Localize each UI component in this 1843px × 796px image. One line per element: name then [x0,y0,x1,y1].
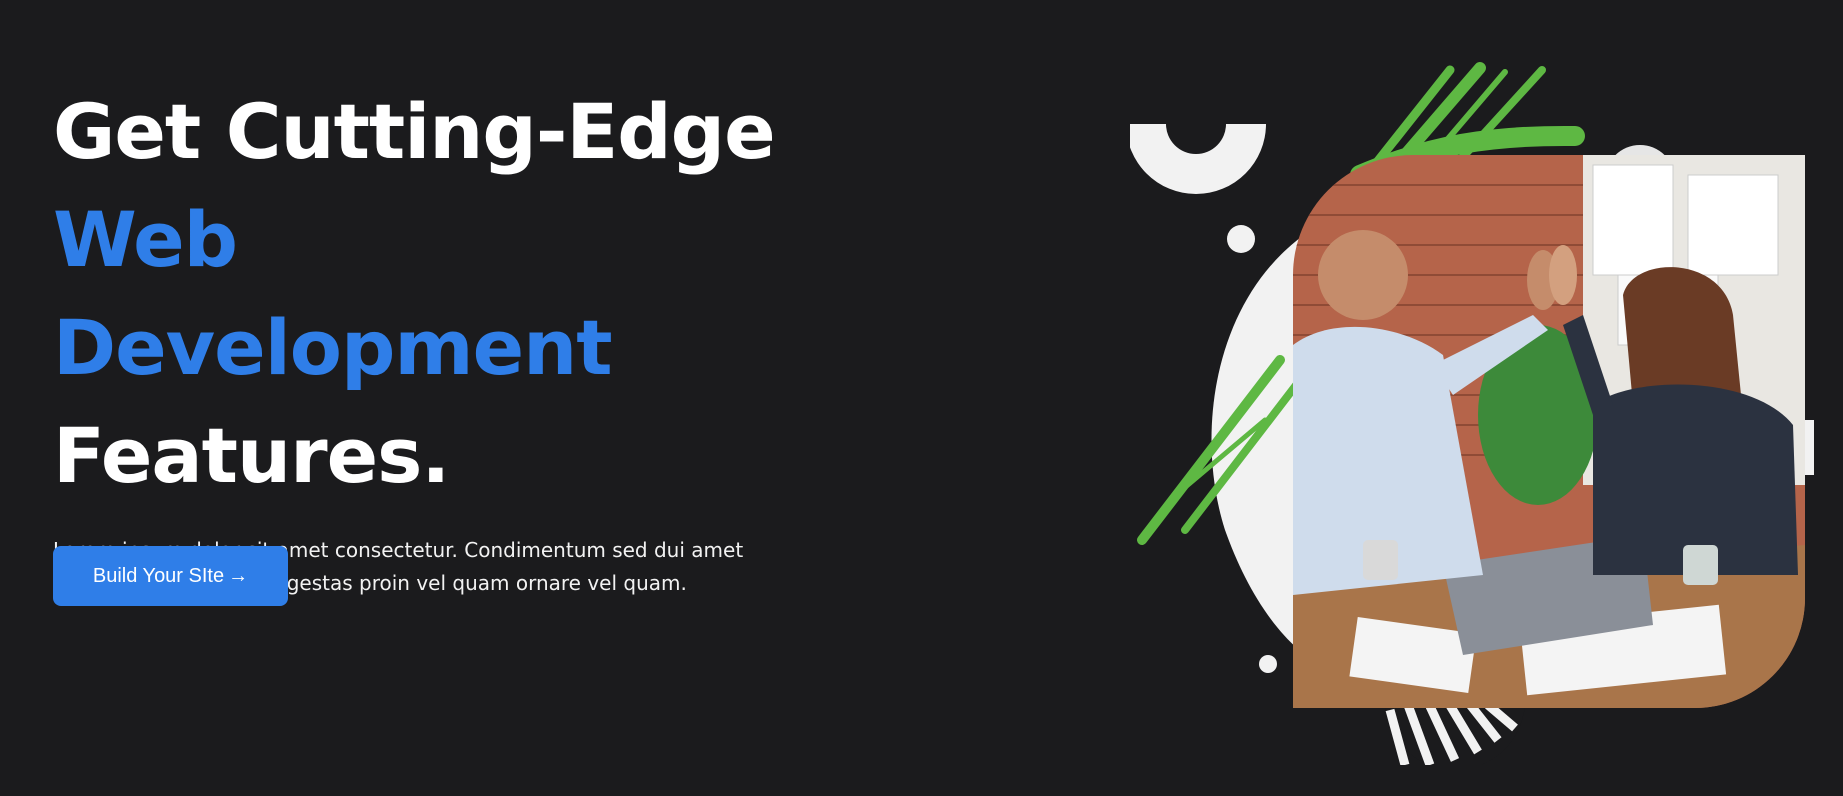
dot-shape [1259,655,1277,673]
dot-shape [1227,225,1255,253]
headline-line-1: Get Cutting-Edge [53,87,776,176]
half-ring-shape [1130,124,1266,194]
cta-label: Build Your SIte [92,564,225,587]
photo-illustration [1293,155,1805,708]
headline-line-2-accent: Web Development [53,195,613,392]
hero-headline: Get Cutting-Edge Web Development Feature… [53,78,813,510]
arrow-right-icon: → [228,564,249,587]
team-high-five-photo [1293,155,1805,708]
build-your-site-button[interactable]: Build Your SIte → [53,546,288,606]
hero-illustration [1130,60,1830,780]
hero-text-block: Get Cutting-Edge Web Development Feature… [53,78,813,600]
headline-line-3: Features. [53,411,450,500]
